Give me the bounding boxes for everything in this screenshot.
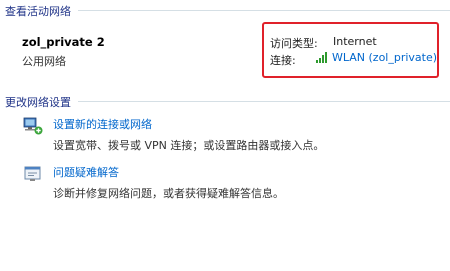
troubleshoot-icon [24,166,41,181]
connection-label: 连接: [270,54,296,67]
task-troubleshoot-description: 诊断并修复网络问题，或者获得疑难解答信息。 [53,187,284,200]
connection-value[interactable]: WLAN (zol_private) [316,51,437,64]
task-troubleshoot[interactable]: 问题疑难解答 诊断并修复网络问题，或者获得疑难解答信息。 [22,164,284,201]
change-settings-header: 更改网络设置 [5,96,71,109]
header-divider [78,10,450,11]
network-type: 公用网络 [22,55,66,68]
wifi-signal-icon [316,52,327,63]
task-setup-connection-description: 设置宽带、拨号或 VPN 连接；或设置路由器或接入点。 [53,139,325,152]
access-type-label: 访问类型: [270,37,318,50]
connection-link[interactable]: WLAN (zol_private) [332,51,437,64]
task-troubleshoot-link[interactable]: 问题疑难解答 [53,164,284,180]
header-divider [78,101,450,102]
network-setup-icon [23,117,43,135]
active-networks-header: 查看活动网络 [5,5,71,18]
task-setup-connection-link[interactable]: 设置新的连接或网络 [53,116,324,132]
access-type-value: Internet [333,35,377,48]
network-name: zol_private 2 [22,35,105,49]
network-sharing-center: 查看活动网络 zol_private 2 公用网络 访问类型: Internet… [0,0,450,271]
task-setup-connection[interactable]: 设置新的连接或网络 设置宽带、拨号或 VPN 连接；或设置路由器或接入点。 [22,116,324,153]
